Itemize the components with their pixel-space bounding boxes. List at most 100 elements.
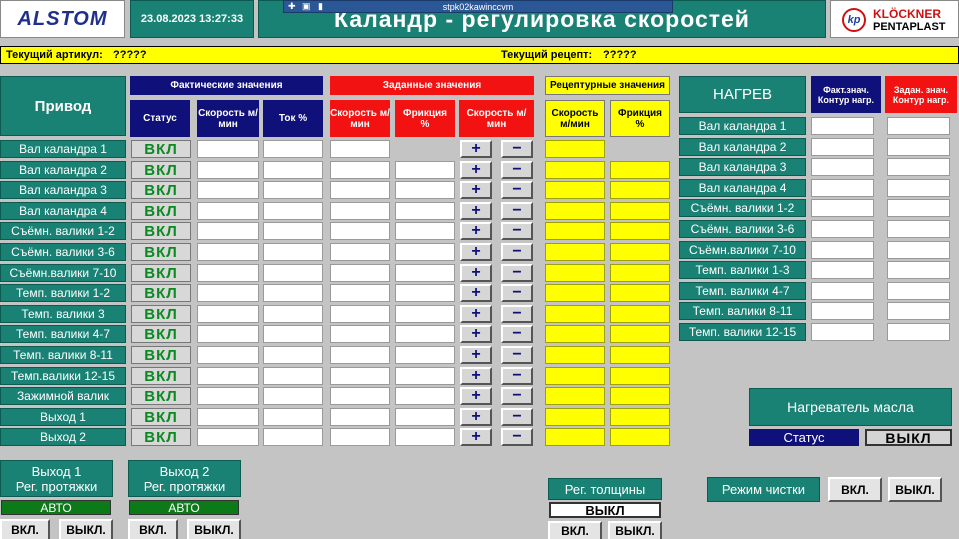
heating-setpoint-input[interactable] (887, 220, 950, 238)
setpoint-friction-input[interactable] (395, 346, 455, 364)
drive-row-label[interactable]: Выход 1 (0, 408, 126, 426)
speed-decrease-button[interactable]: − (501, 284, 533, 302)
heating-setpoint-input[interactable] (887, 323, 950, 341)
speed-decrease-button[interactable]: − (501, 325, 533, 343)
setpoint-speed-input[interactable] (330, 367, 390, 385)
setpoint-friction-input[interactable] (395, 264, 455, 282)
setpoint-speed-input[interactable] (330, 284, 390, 302)
setpoint-speed-input[interactable] (330, 181, 390, 199)
speed-decrease-button[interactable]: − (501, 367, 533, 385)
exit1-on-button[interactable]: ВКЛ. (0, 519, 50, 539)
drive-row-label[interactable]: Вал каландра 4 (0, 202, 126, 220)
heating-row-label[interactable]: Темп. валики 8-11 (679, 302, 806, 320)
drive-status-indicator[interactable]: ВКЛ (131, 181, 191, 199)
exit2-off-button[interactable]: ВЫКЛ. (187, 519, 241, 539)
setpoint-friction-input[interactable] (395, 181, 455, 199)
setpoint-friction-input[interactable] (395, 325, 455, 343)
setpoint-speed-input[interactable] (330, 387, 390, 405)
setpoint-friction-input[interactable] (395, 243, 455, 261)
drive-row-label[interactable]: Съёмн. валики 3-6 (0, 243, 126, 261)
speed-decrease-button[interactable]: − (501, 305, 533, 323)
setpoint-friction-input[interactable] (395, 387, 455, 405)
heating-setpoint-input[interactable] (887, 302, 950, 320)
speed-decrease-button[interactable]: − (501, 408, 533, 426)
speed-increase-button[interactable]: + (460, 428, 492, 446)
heating-row-label[interactable]: Съёмн. валики 1-2 (679, 199, 806, 217)
speed-increase-button[interactable]: + (460, 346, 492, 364)
speed-increase-button[interactable]: + (460, 325, 492, 343)
setpoint-speed-input[interactable] (330, 408, 390, 426)
setpoint-speed-input[interactable] (330, 140, 390, 158)
heating-setpoint-input[interactable] (887, 179, 950, 197)
speed-increase-button[interactable]: + (460, 367, 492, 385)
setpoint-friction-input[interactable] (395, 367, 455, 385)
heating-row-label[interactable]: Съёмн. валики 3-6 (679, 220, 806, 238)
heating-setpoint-input[interactable] (887, 138, 950, 156)
heating-row-label[interactable]: Вал каландра 1 (679, 117, 806, 135)
speed-increase-button[interactable]: + (460, 408, 492, 426)
heating-row-label[interactable]: Съёмн.валики 7-10 (679, 241, 806, 259)
speed-increase-button[interactable]: + (460, 181, 492, 199)
drive-row-label[interactable]: Темп. валики 1-2 (0, 284, 126, 302)
exit2-tension-button[interactable]: Выход 2 Рег. протяжки (128, 460, 241, 497)
drive-status-indicator[interactable]: ВКЛ (131, 305, 191, 323)
heating-row-label[interactable]: Темп. валики 4-7 (679, 282, 806, 300)
drive-row-label[interactable]: Вал каландра 3 (0, 181, 126, 199)
speed-increase-button[interactable]: + (460, 243, 492, 261)
heating-setpoint-input[interactable] (887, 158, 950, 176)
setpoint-speed-input[interactable] (330, 161, 390, 179)
heating-row-label[interactable]: Вал каландра 3 (679, 158, 806, 176)
setpoint-speed-input[interactable] (330, 264, 390, 282)
speed-decrease-button[interactable]: − (501, 264, 533, 282)
heating-row-label[interactable]: Вал каландра 4 (679, 179, 806, 197)
drive-status-indicator[interactable]: ВКЛ (131, 387, 191, 405)
cleaning-on-button[interactable]: ВКЛ. (828, 477, 882, 502)
speed-decrease-button[interactable]: − (501, 202, 533, 220)
speed-increase-button[interactable]: + (460, 140, 492, 158)
setpoint-speed-input[interactable] (330, 243, 390, 261)
drive-status-indicator[interactable]: ВКЛ (131, 243, 191, 261)
drive-row-label[interactable]: Выход 2 (0, 428, 126, 446)
speed-decrease-button[interactable]: − (501, 222, 533, 240)
setpoint-speed-input[interactable] (330, 428, 390, 446)
drive-status-indicator[interactable]: ВКЛ (131, 325, 191, 343)
drive-status-indicator[interactable]: ВКЛ (131, 408, 191, 426)
speed-decrease-button[interactable]: − (501, 428, 533, 446)
drive-status-indicator[interactable]: ВКЛ (131, 161, 191, 179)
speed-decrease-button[interactable]: − (501, 161, 533, 179)
heating-setpoint-input[interactable] (887, 117, 950, 135)
exit1-tension-button[interactable]: Выход 1 Рег. протяжки (0, 460, 113, 497)
drive-status-indicator[interactable]: ВКЛ (131, 222, 191, 240)
setpoint-speed-input[interactable] (330, 325, 390, 343)
setpoint-friction-input[interactable] (395, 284, 455, 302)
thickness-control-button[interactable]: Рег. толщины (548, 478, 662, 500)
setpoint-friction-input[interactable] (395, 161, 455, 179)
drive-row-label[interactable]: Темп. валики 8-11 (0, 346, 126, 364)
heating-row-label[interactable]: Темп. валики 12-15 (679, 323, 806, 341)
drive-row-label[interactable]: Вал каландра 1 (0, 140, 126, 158)
speed-decrease-button[interactable]: − (501, 243, 533, 261)
drive-status-indicator[interactable]: ВКЛ (131, 202, 191, 220)
drive-status-indicator[interactable]: ВКЛ (131, 284, 191, 302)
speed-increase-button[interactable]: + (460, 202, 492, 220)
speed-decrease-button[interactable]: − (501, 181, 533, 199)
speed-decrease-button[interactable]: − (501, 346, 533, 364)
heating-row-label[interactable]: Темп. валики 1-3 (679, 261, 806, 279)
oil-heater-button[interactable]: Нагреватель масла (749, 388, 952, 426)
setpoint-friction-input[interactable] (395, 222, 455, 240)
drive-row-label[interactable]: Темп. валики 3 (0, 305, 126, 323)
thickness-on-button[interactable]: ВКЛ. (548, 521, 602, 539)
setpoint-friction-input[interactable] (395, 428, 455, 446)
drive-status-indicator[interactable]: ВКЛ (131, 367, 191, 385)
drive-status-indicator[interactable]: ВКЛ (131, 346, 191, 364)
drive-status-indicator[interactable]: ВКЛ (131, 264, 191, 282)
drive-status-indicator[interactable]: ВКЛ (131, 140, 191, 158)
exit1-off-button[interactable]: ВЫКЛ. (59, 519, 113, 539)
cleaning-off-button[interactable]: ВЫКЛ. (888, 477, 942, 502)
cleaning-mode-button[interactable]: Режим чистки (707, 477, 820, 502)
speed-decrease-button[interactable]: − (501, 140, 533, 158)
speed-increase-button[interactable]: + (460, 284, 492, 302)
setpoint-speed-input[interactable] (330, 222, 390, 240)
drive-status-indicator[interactable]: ВКЛ (131, 428, 191, 446)
drive-row-label[interactable]: Темп. валики 4-7 (0, 325, 126, 343)
